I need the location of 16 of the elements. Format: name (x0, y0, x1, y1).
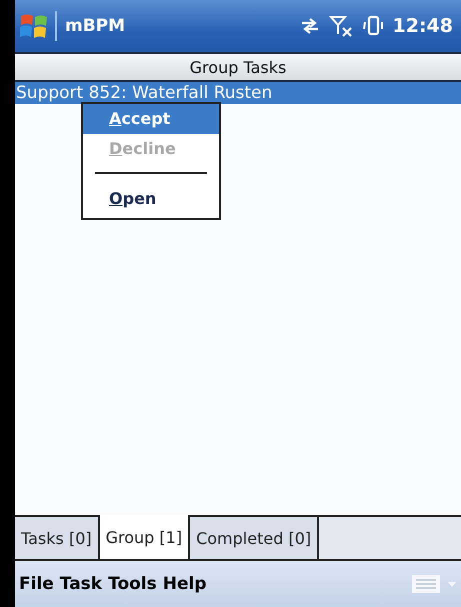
header-title: Group Tasks (190, 58, 286, 76)
windows-flag-icon[interactable] (19, 11, 57, 41)
menu-bar-item[interactable]: Tools (108, 574, 157, 594)
menu-bar-item[interactable]: Task (60, 574, 102, 594)
signal-off-icon[interactable] (328, 14, 353, 38)
menu-bar-item[interactable]: Help (162, 574, 207, 594)
phone-vibrate-icon[interactable] (360, 14, 385, 38)
tab[interactable]: Completed [0] (190, 517, 320, 559)
menu-bar-item[interactable]: File (19, 574, 54, 594)
app-name: mBPM (65, 16, 126, 36)
task-row[interactable]: Support 852: Waterfall Rusten (15, 82, 461, 104)
tab[interactable]: Group [1] (100, 515, 190, 559)
menu-item[interactable]: Open (83, 184, 219, 214)
menu-item[interactable]: Accept (83, 104, 219, 134)
tab[interactable]: Tasks [0] (15, 517, 100, 559)
clock[interactable]: 12:48 (392, 15, 453, 37)
